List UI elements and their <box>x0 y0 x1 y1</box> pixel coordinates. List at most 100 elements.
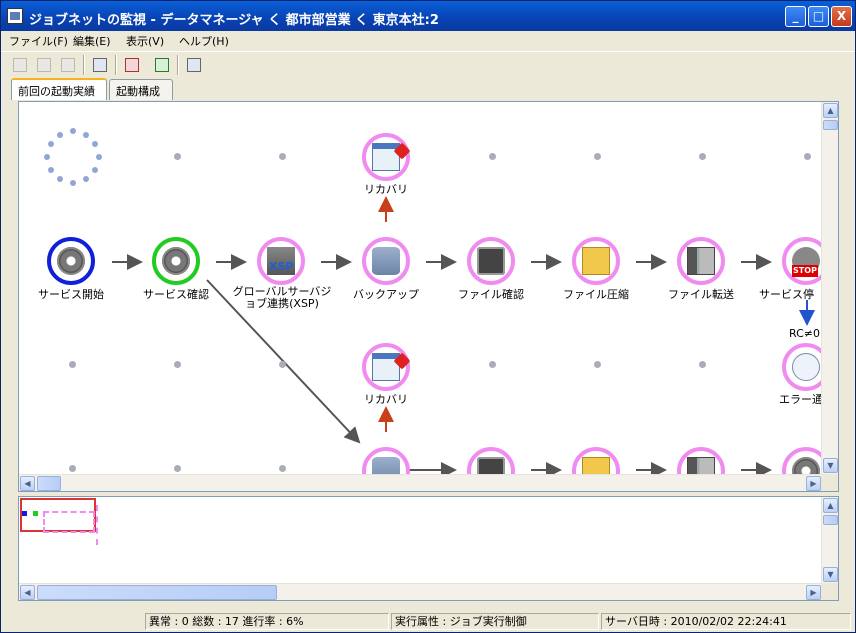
job-node-recovery-1[interactable] <box>362 133 411 181</box>
app-icon <box>7 8 23 24</box>
node-label: リカバリ <box>364 183 408 196</box>
calendar-icon[interactable] <box>123 56 141 74</box>
scroll-thumb[interactable] <box>823 120 838 130</box>
database-icon <box>372 247 400 275</box>
condition-label: RC≠0 <box>789 327 820 340</box>
job-node-row3[interactable] <box>677 447 725 474</box>
job-node-xsp[interactable]: XSP <box>257 237 305 285</box>
job-node-file-transfer[interactable] <box>677 237 725 285</box>
stop-badge: STOP <box>792 265 818 277</box>
job-node-error-notify[interactable] <box>782 343 822 391</box>
toolbar-separator <box>115 55 117 75</box>
job-node-file-compress[interactable] <box>572 237 620 285</box>
job-node-file-check[interactable] <box>467 237 515 285</box>
canvas-vertical-scrollbar[interactable]: ▲ ▼ <box>821 102 838 474</box>
scroll-up-button[interactable]: ▲ <box>823 498 838 513</box>
grid-dot <box>804 153 811 160</box>
xsp-badge: XSP <box>269 260 294 273</box>
close-button[interactable]: X <box>831 6 852 27</box>
job-node-recovery-2[interactable] <box>362 343 411 391</box>
overview-node <box>33 511 38 516</box>
grid-dot <box>279 361 286 368</box>
overview-node <box>22 511 27 516</box>
gear-icon <box>57 247 85 275</box>
node-label: サービス確認 <box>143 288 209 301</box>
node-label: バックアップ <box>353 288 419 301</box>
overview-horizontal-scrollbar[interactable]: ◀ ▶ <box>19 583 822 600</box>
job-node-service-start[interactable] <box>47 237 95 285</box>
scroll-up-button[interactable]: ▲ <box>823 103 838 118</box>
node-label: ファイル圧縮 <box>563 288 629 301</box>
job-node-row3[interactable] <box>467 447 515 474</box>
node-label: リカバリ <box>364 393 408 406</box>
status-attribute: 実行属性 : ジョブ実行制御 <box>391 613 599 630</box>
copy-icon[interactable] <box>35 56 53 74</box>
properties-icon[interactable] <box>59 56 77 74</box>
scroll-thumb[interactable] <box>37 476 61 491</box>
grid-dot <box>174 465 181 472</box>
job-node-service-stop[interactable]: STOP <box>782 237 822 285</box>
node-label: ファイル確認 <box>458 288 524 301</box>
node-label: グローバルサーバジョブ連携(XSP) <box>232 285 332 310</box>
canvas-horizontal-scrollbar[interactable]: ◀ ▶ <box>19 474 822 491</box>
tab-startup-config[interactable]: 起動構成 <box>109 79 173 100</box>
search-replace-icon[interactable] <box>91 56 109 74</box>
node-label: サービス開始 <box>38 288 104 301</box>
menu-help[interactable]: ヘルプ(H) <box>179 33 229 49</box>
job-node-backup[interactable] <box>362 237 410 285</box>
grid-dot <box>489 153 496 160</box>
server-transfer-icon <box>687 247 715 275</box>
grid-dot <box>489 361 496 368</box>
node-label: エラー通 <box>779 393 822 406</box>
scroll-corner <box>821 474 838 491</box>
overview-nodes <box>43 511 95 533</box>
menu-view[interactable]: 表示(V) <box>126 33 164 49</box>
scroll-left-button[interactable]: ◀ <box>20 476 35 491</box>
jobnet-canvas[interactable]: サービス開始 サービス確認 XSP グローバルサーバジョブ連携(XSP) バック… <box>19 102 822 474</box>
scroll-down-button[interactable]: ▼ <box>823 458 838 473</box>
grid-dot <box>279 465 286 472</box>
folder-zip-icon <box>582 457 610 474</box>
overview-pane[interactable]: ▲ ▼ ◀ ▶ <box>18 496 839 601</box>
menu-edit[interactable]: 編集(E) <box>73 33 111 49</box>
gear-play-icon <box>162 247 190 275</box>
main-window: ジョブネットの監視 - データマネージャ く 都市部営業 く 東京本社:2 _ … <box>0 0 856 633</box>
scroll-thumb[interactable] <box>37 585 277 600</box>
scroll-right-button[interactable]: ▶ <box>806 476 821 491</box>
scroll-right-button[interactable]: ▶ <box>806 585 821 600</box>
overview-nodes <box>96 505 98 545</box>
job-node-row3[interactable] <box>572 447 620 474</box>
toolbar-separator <box>83 55 85 75</box>
loading-spinner-icon <box>44 128 102 186</box>
toolbar <box>1 51 855 77</box>
scroll-left-button[interactable]: ◀ <box>20 585 35 600</box>
menu-bar: ファイル(F) 編集(E) 表示(V) ヘルプ(H) <box>1 31 855 50</box>
menu-file[interactable]: ファイル(F) <box>9 33 68 49</box>
folder-zip-icon <box>582 247 610 275</box>
tab-last-run[interactable]: 前回の起動実績 <box>11 78 107 100</box>
scroll-down-button[interactable]: ▼ <box>823 567 838 582</box>
status-server-time: サーバ日時 : 2010/02/02 22:24:41 <box>601 613 851 630</box>
camera-icon <box>477 457 505 474</box>
job-node-service-check[interactable] <box>152 237 200 285</box>
grid-dot <box>699 361 706 368</box>
overview-vertical-scrollbar[interactable]: ▲ ▼ <box>821 497 838 583</box>
title-bar: ジョブネットの監視 - データマネージャ く 都市部営業 く 東京本社:2 _ … <box>1 1 855 31</box>
grid-dot <box>594 361 601 368</box>
scroll-thumb[interactable] <box>823 515 838 525</box>
jobnet-canvas-frame: サービス開始 サービス確認 XSP グローバルサーバジョブ連携(XSP) バック… <box>18 101 839 492</box>
export-icon[interactable] <box>185 56 203 74</box>
refresh-icon[interactable] <box>153 56 171 74</box>
grid-dot <box>174 361 181 368</box>
minimize-button[interactable]: _ <box>785 6 806 27</box>
grid-dot <box>69 465 76 472</box>
server-transfer-icon <box>687 457 715 474</box>
run-icon[interactable] <box>11 56 29 74</box>
grid-dot <box>594 153 601 160</box>
database-icon <box>372 457 400 474</box>
maximize-button[interactable]: □ <box>808 6 829 27</box>
job-node-row3[interactable] <box>362 447 410 474</box>
job-node-row3[interactable] <box>782 447 822 474</box>
toolbar-separator <box>177 55 179 75</box>
camera-icon <box>477 247 505 275</box>
